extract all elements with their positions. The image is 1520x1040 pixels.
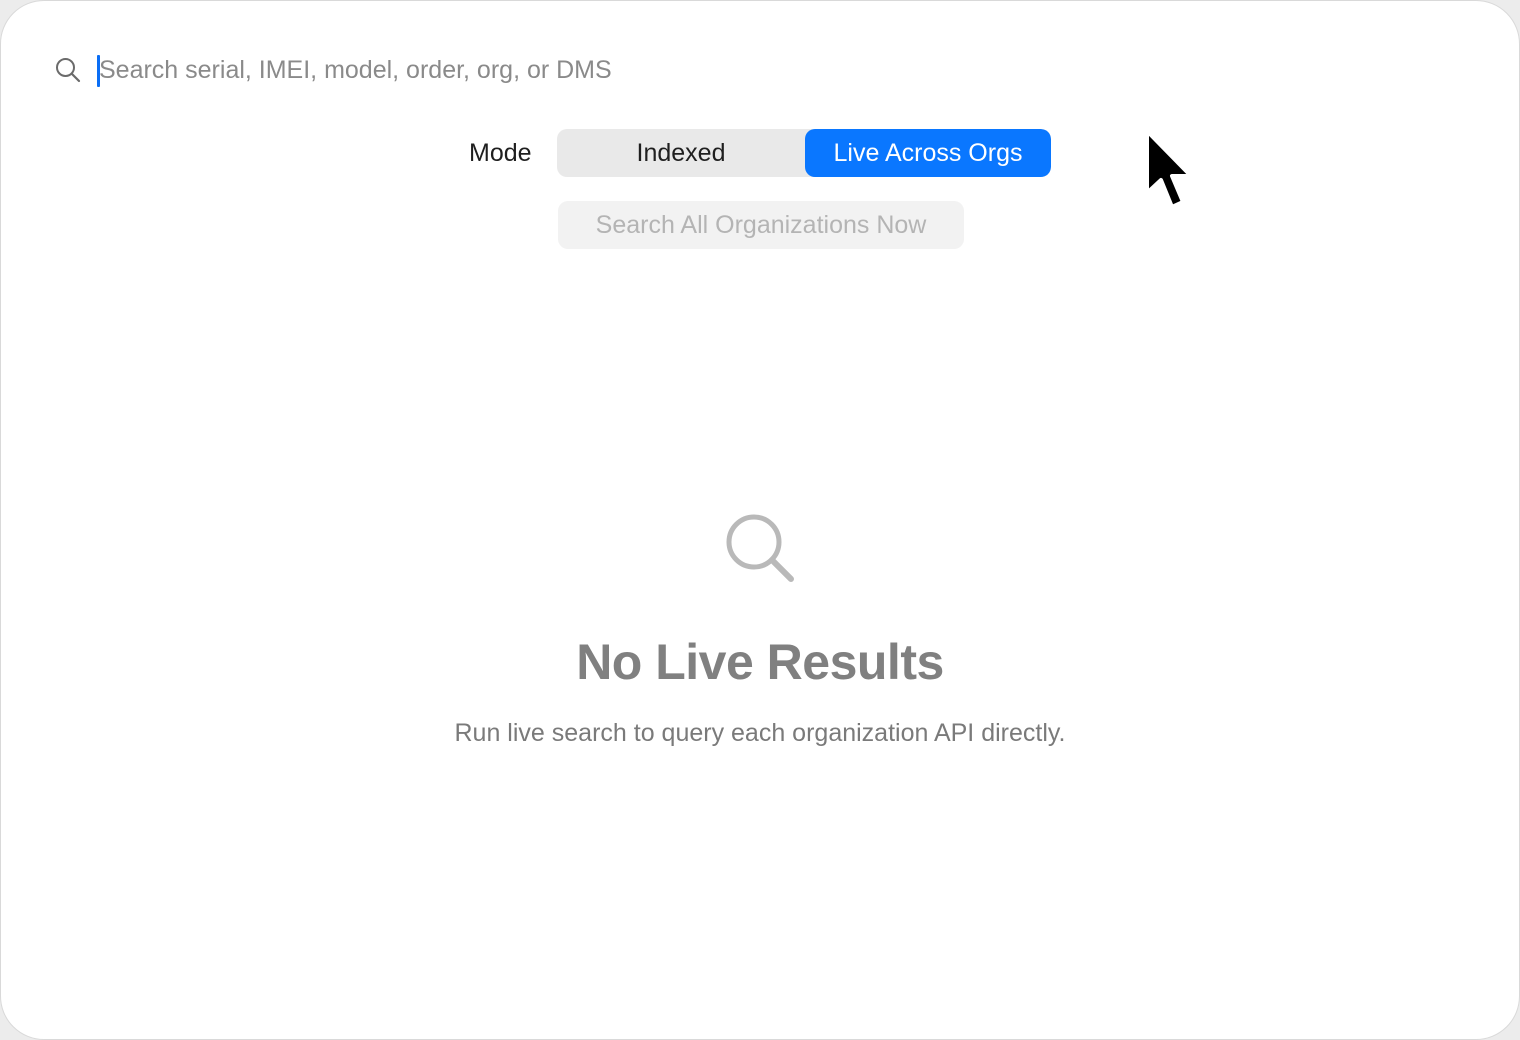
search-icon <box>53 55 83 85</box>
mode-option-indexed[interactable]: Indexed <box>557 129 805 177</box>
empty-state-subtitle: Run live search to query each organizati… <box>454 719 1066 747</box>
mode-segmented-control: Indexed Live Across Orgs <box>557 129 1051 177</box>
text-caret <box>97 55 100 87</box>
mode-option-live-across-orgs[interactable]: Live Across Orgs <box>805 129 1051 177</box>
search-bar <box>53 51 1453 89</box>
magnifying-glass-icon <box>726 514 794 582</box>
app-window: Mode Indexed Live Across Orgs Search All… <box>0 0 1520 1040</box>
mouse-pointer-icon <box>1145 129 1193 209</box>
mode-picker: Mode Indexed Live Across Orgs <box>469 129 1051 177</box>
mode-label: Mode <box>469 138 532 167</box>
search-input[interactable] <box>97 53 1399 87</box>
empty-state-title: No Live Results <box>576 634 944 690</box>
search-all-organizations-button[interactable]: Search All Organizations Now <box>558 201 964 249</box>
